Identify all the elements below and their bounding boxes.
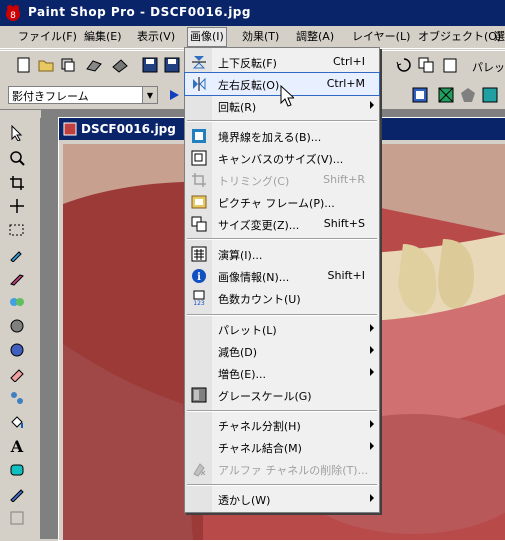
menu-edit[interactable]: 編集(E) xyxy=(84,29,122,45)
menu-separator xyxy=(187,314,377,316)
menu-separator xyxy=(187,484,377,486)
menu-item-delete-alpha: アルファ チャネルの削除(T)... xyxy=(185,458,379,480)
menu-item-canvas-size[interactable]: キャンバスのサイズ(V)... xyxy=(185,147,379,169)
object-selector-icon[interactable] xyxy=(6,508,28,528)
image-menu-dropdown: 上下反転(F) Ctrl+I 左右反転(O) Ctrl+M 回転(R) 境界線を… xyxy=(184,47,380,513)
menu-item-resize[interactable]: サイズ変更(Z)... Shift+S xyxy=(185,213,379,235)
scan-icon[interactable] xyxy=(84,55,104,75)
menu-item-greyscale[interactable]: グレースケール(G) xyxy=(185,384,379,406)
play-icon[interactable] xyxy=(164,85,184,105)
flip-vertical-icon xyxy=(192,56,206,69)
greyscale-icon xyxy=(191,387,207,403)
text-tool-icon[interactable]: A xyxy=(6,436,28,456)
menu-bar: ファイル(F) 編集(E) 表示(V) 画像(I) 効果(T) 調整(A) レイ… xyxy=(0,26,505,49)
menu-item-arithmetic[interactable]: 演算(I)... xyxy=(185,243,379,265)
flip-horizontal-icon xyxy=(193,77,206,91)
gradient-icon[interactable] xyxy=(436,85,456,105)
menu-item-combine-channel[interactable]: チャネル結合(M) xyxy=(185,436,379,458)
eraser-icon[interactable] xyxy=(6,364,28,384)
document-title: DSCF0016.jpg xyxy=(81,122,176,136)
submenu-arrow-icon xyxy=(370,346,374,354)
picture-frame-icon xyxy=(191,195,207,209)
menu-item-add-borders[interactable]: 境界線を加える(B)... xyxy=(185,125,379,147)
material-icon[interactable] xyxy=(410,85,430,105)
selection-icon[interactable] xyxy=(6,220,28,240)
rotate-icon[interactable] xyxy=(394,55,414,75)
menu-objects[interactable]: オブジェクト(O) xyxy=(418,29,501,45)
move-icon[interactable] xyxy=(6,196,28,216)
svg-text:8: 8 xyxy=(10,11,16,21)
tools-palette: A xyxy=(0,118,41,539)
menu-item-increase-colors[interactable]: 増色(E)... xyxy=(185,362,379,384)
menu-file[interactable]: ファイル(F) xyxy=(18,29,77,45)
menu-view[interactable]: 表示(V) xyxy=(137,29,175,45)
menu-item-picture-frame[interactable]: ピクチャ フレーム(P)... xyxy=(185,191,379,213)
window-title: Paint Shop Pro - DSCF0016.jpg xyxy=(28,5,251,19)
browse-icon[interactable] xyxy=(58,55,78,75)
menu-item-watermark[interactable]: 透かし(W) xyxy=(185,488,379,510)
svg-text:123: 123 xyxy=(193,300,205,306)
menu-image[interactable]: 画像(I) xyxy=(187,27,227,47)
draw-pen-icon[interactable] xyxy=(6,484,28,504)
submenu-arrow-icon xyxy=(370,420,374,428)
save-icon[interactable] xyxy=(140,55,160,75)
shape-icon[interactable] xyxy=(458,85,478,105)
save-as-icon[interactable] xyxy=(162,55,182,75)
submenu-arrow-icon xyxy=(370,494,374,502)
arithmetic-icon xyxy=(191,246,207,262)
menu-separator xyxy=(187,120,377,122)
delete-alpha-icon xyxy=(193,463,206,477)
import-icon[interactable] xyxy=(110,55,130,75)
new-file-icon[interactable] xyxy=(14,55,34,75)
dropper-icon[interactable] xyxy=(6,244,28,264)
paint-shop-pro-logo-icon: 8 xyxy=(6,5,20,21)
picture-tube-icon[interactable] xyxy=(6,388,28,408)
submenu-arrow-icon xyxy=(370,324,374,332)
canvas-size-icon xyxy=(191,150,207,166)
menu-item-decrease-colors[interactable]: 減色(D) xyxy=(185,340,379,362)
menu-adjust[interactable]: 調整(A) xyxy=(296,29,334,45)
submenu-arrow-icon xyxy=(370,101,374,109)
paint-brush-icon[interactable] xyxy=(6,268,28,288)
resize-icon xyxy=(191,216,207,232)
select-arrow-icon[interactable] xyxy=(6,123,28,143)
submenu-arrow-icon xyxy=(370,442,374,450)
menu-effects[interactable]: 効果(T) xyxy=(242,29,279,45)
svg-text:i: i xyxy=(197,272,201,283)
crop-icon xyxy=(192,173,206,187)
zoom-icon[interactable] xyxy=(6,148,28,168)
menu-item-crop: トリミング(C) Shift+R xyxy=(185,169,379,191)
menu-selections[interactable]: 選 xyxy=(494,29,505,45)
copy-icon[interactable] xyxy=(416,55,436,75)
preset-shape-icon[interactable] xyxy=(6,460,28,480)
menu-item-flip[interactable]: 上下反転(F) Ctrl+I xyxy=(185,51,379,73)
mouse-cursor-icon xyxy=(280,85,294,107)
crop-tool-icon[interactable] xyxy=(6,173,28,193)
title-bar: 8 Paint Shop Pro - DSCF0016.jpg xyxy=(0,0,505,26)
frame-style-value: 影付きフレーム xyxy=(12,90,89,103)
menu-item-palette[interactable]: パレット(L) xyxy=(185,318,379,340)
fill-bucket-icon[interactable] xyxy=(6,412,28,432)
image-info-icon: i xyxy=(192,269,206,283)
menu-item-image-info[interactable]: i 画像情報(N)... Shift+I xyxy=(185,265,379,287)
retouch-icon[interactable] xyxy=(6,340,28,360)
open-folder-icon[interactable] xyxy=(36,55,56,75)
clone-brush-icon[interactable] xyxy=(6,292,28,312)
add-border-icon xyxy=(192,129,206,143)
menu-item-split-channel[interactable]: チャネル分割(H) xyxy=(185,414,379,436)
menu-separator xyxy=(187,410,377,412)
submenu-arrow-icon xyxy=(370,368,374,376)
paste-icon[interactable] xyxy=(440,55,460,75)
pattern-icon[interactable] xyxy=(480,85,500,105)
menu-item-count-colors[interactable]: 123 色数カウント(U) xyxy=(185,287,379,309)
menu-separator xyxy=(187,238,377,240)
frame-style-dropdown[interactable]: 影付きフレーム ▼ xyxy=(8,86,158,104)
count-colors-icon: 123 xyxy=(193,290,205,306)
document-icon xyxy=(63,122,77,136)
chevron-down-icon[interactable]: ▼ xyxy=(142,87,157,103)
menu-layers[interactable]: レイヤー(L) xyxy=(352,29,410,45)
palette-toolbar-label[interactable]: パレット xyxy=(472,59,505,75)
color-replacer-icon[interactable] xyxy=(6,316,28,336)
